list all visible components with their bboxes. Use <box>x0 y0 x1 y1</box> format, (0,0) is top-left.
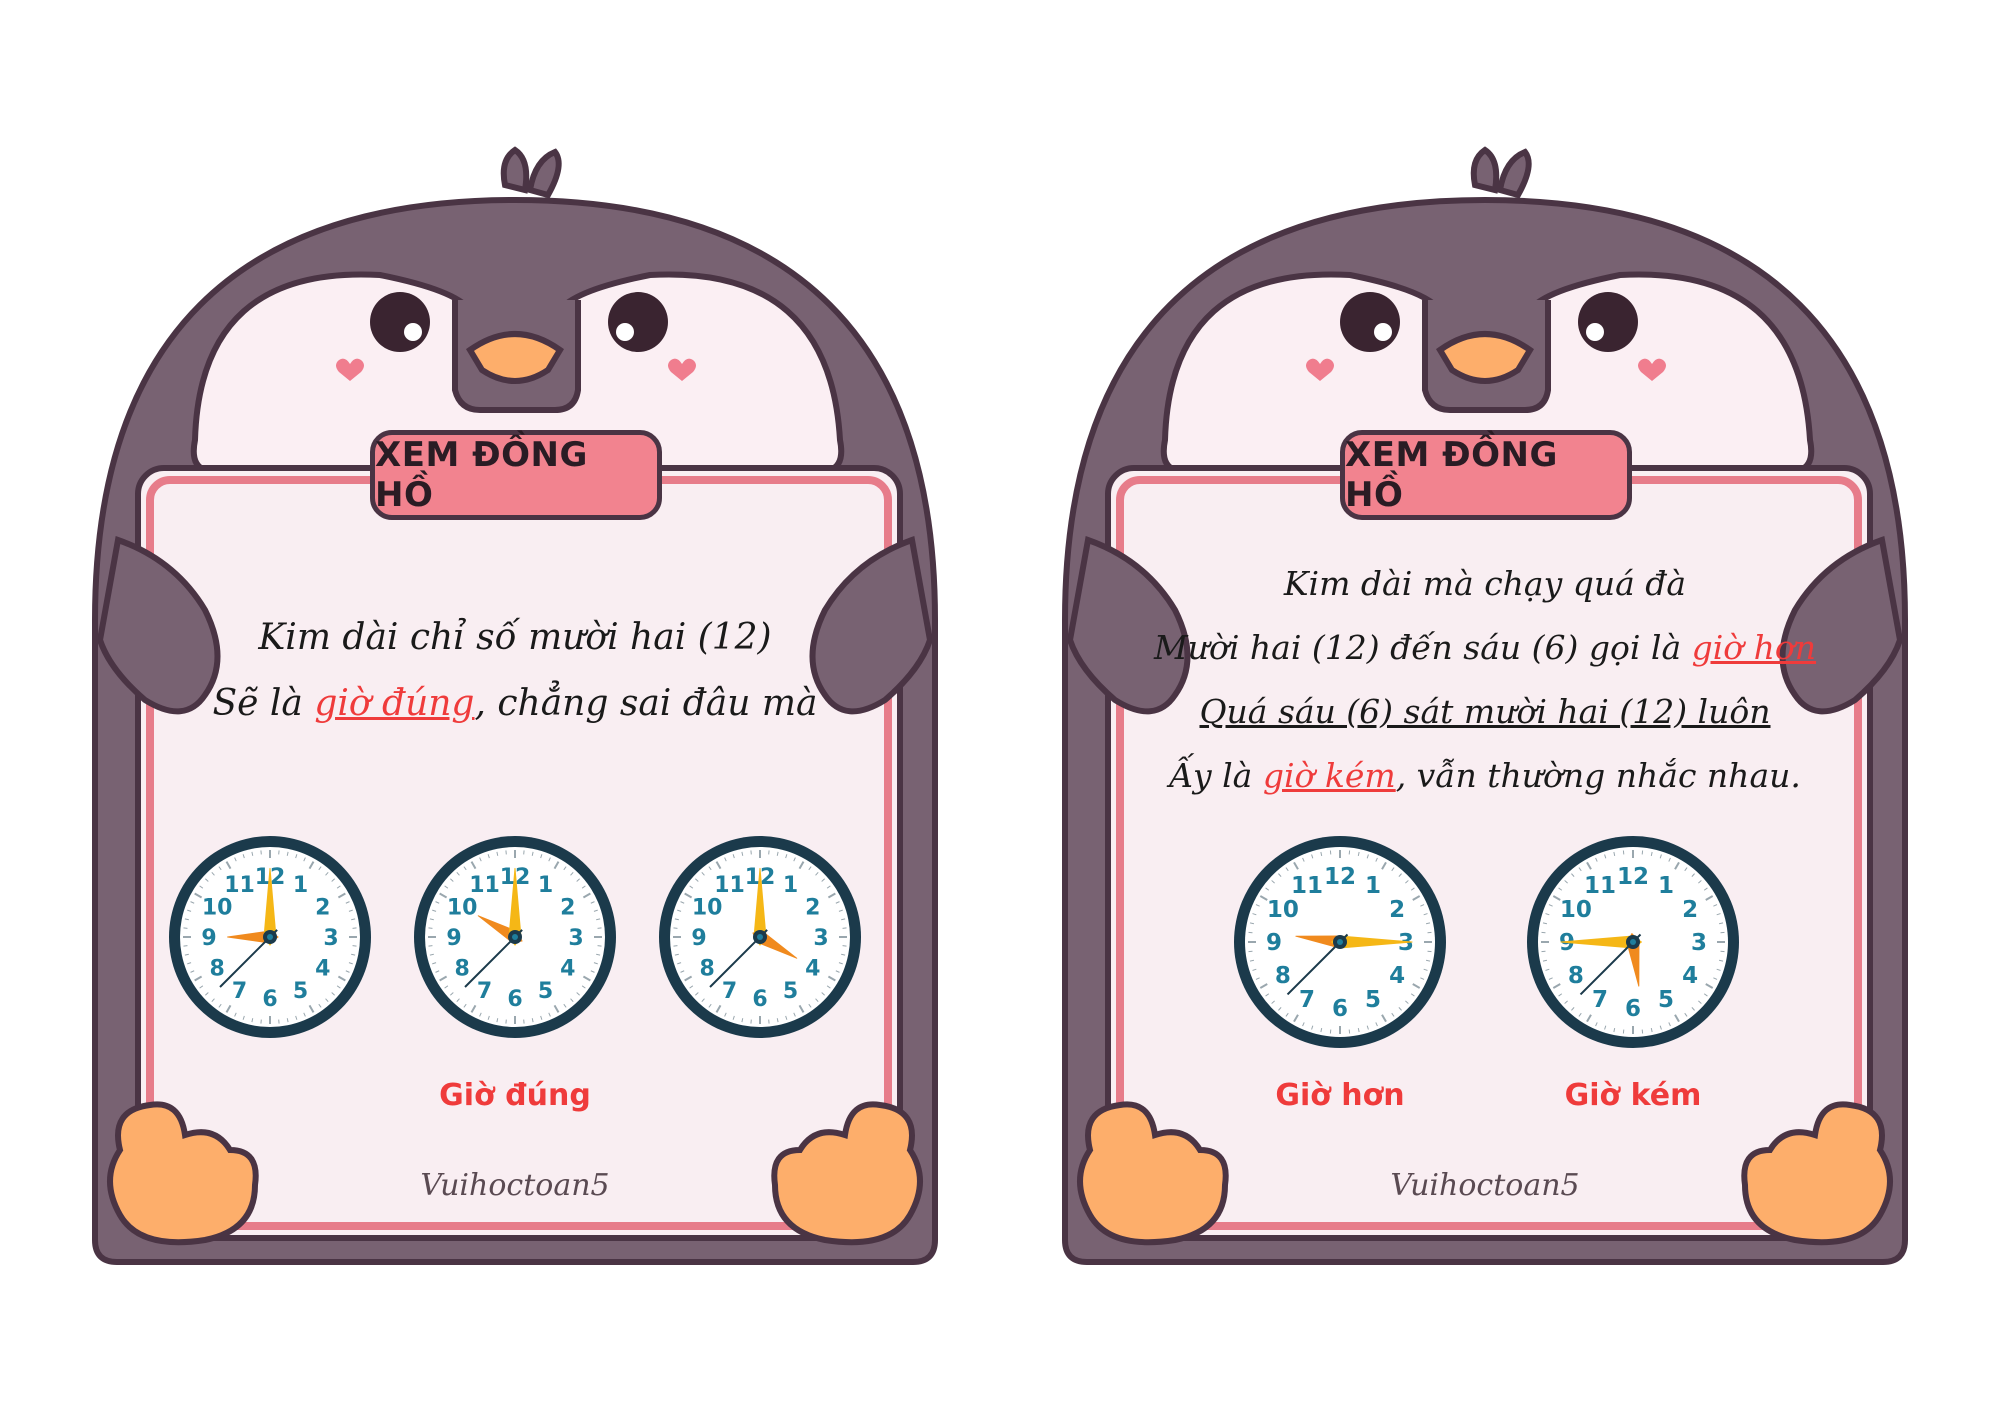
clock-number: 3 <box>813 926 828 951</box>
poem-text: Kim dài chỉ số mười hai (12) <box>258 617 772 658</box>
clock-number: 5 <box>538 979 553 1004</box>
clock-number: 2 <box>1389 897 1405 923</box>
clock-number: 2 <box>805 896 820 921</box>
poem-line: Sẽ là giờ đúng, chẳng sai đâu mà <box>145 671 885 737</box>
clock-number: 7 <box>1299 987 1315 1013</box>
clock-number: 2 <box>1682 897 1698 923</box>
poem: Kim dài chỉ số mười hai (12) Sẽ là giờ đ… <box>145 605 885 737</box>
highlight-term: giờ đúng <box>314 683 475 724</box>
clock-number: 8 <box>1275 963 1291 989</box>
brand-text: Vuihoctoan5 <box>1390 1168 1580 1203</box>
label-gio-hon: Giờ hơn <box>1275 1078 1405 1113</box>
clock-number: 6 <box>752 987 767 1012</box>
clock-number: 4 <box>1682 963 1698 989</box>
clock-4-oclock: 123456789101112 <box>659 836 861 1038</box>
clock-number: 10 <box>692 896 723 921</box>
poem-text: Kim dài mà chạy quá đà <box>1283 564 1687 603</box>
clock-number: 8 <box>1568 963 1584 989</box>
poem-text: Ấy là <box>1169 756 1263 795</box>
clock-number: 6 <box>1332 996 1348 1022</box>
clock-number: 7 <box>722 979 737 1004</box>
clock-number: 2 <box>560 896 575 921</box>
clock-number: 2 <box>315 896 330 921</box>
clock-number: 3 <box>323 926 338 951</box>
highlight-term: giờ hơn <box>1691 628 1817 667</box>
clock-number: 10 <box>202 896 233 921</box>
clock-number: 1 <box>783 873 798 898</box>
clock-number: 1 <box>538 873 553 898</box>
clock-number: 5 <box>1658 987 1674 1013</box>
clock-number: 7 <box>232 979 247 1004</box>
clock-center-dot <box>757 934 763 940</box>
poem-text: Mười hai (12) đến sáu (6) gọi là <box>1153 628 1692 667</box>
clock-number: 7 <box>477 979 492 1004</box>
clock-number: 1 <box>1365 873 1381 899</box>
clock-number: 3 <box>568 926 583 951</box>
penguin-card-left: XEM ĐỒNG HỒ Kim dài chỉ số mười hai (12)… <box>0 0 1000 1414</box>
clock-number: 3 <box>1691 930 1707 956</box>
clock-number: 8 <box>455 957 470 982</box>
clock-number: 6 <box>507 987 522 1012</box>
clock-number: 1 <box>293 873 308 898</box>
clock-number: 5 <box>1365 987 1381 1013</box>
clock-center-dot <box>512 934 518 940</box>
clock-10-oclock: 123456789101112 <box>414 836 616 1038</box>
clock-number: 1 <box>1658 873 1674 899</box>
clock-number: 11 <box>469 873 500 898</box>
clock-quarter-past-9: 123456789101112 <box>1234 836 1446 1048</box>
card-title: XEM ĐỒNG HỒ <box>370 430 662 520</box>
label-gio-dung: Giờ đúng <box>439 1078 591 1113</box>
poem-text: , chẳng sai đâu mà <box>474 683 818 724</box>
card-title: XEM ĐỒNG HỒ <box>1340 430 1632 520</box>
clock-center-dot <box>1337 939 1343 945</box>
clock-number: 9 <box>446 926 461 951</box>
clock-number: 9 <box>691 926 706 951</box>
clock-center-dot <box>267 934 273 940</box>
poem-text: , vẫn thường nhắc nhau. <box>1395 756 1801 795</box>
clock-number: 4 <box>1389 963 1405 989</box>
poem-line: Kim dài chỉ số mười hai (12) <box>145 605 885 671</box>
clock-number: 11 <box>1584 873 1616 899</box>
poem-line: Quá sáu (6) sát mười hai (12) luôn <box>1115 680 1855 744</box>
clock-number: 11 <box>224 873 255 898</box>
clock-number: 9 <box>1266 930 1282 956</box>
clock-number: 6 <box>1625 996 1641 1022</box>
highlight-term: giờ kém <box>1262 756 1396 795</box>
clock-9-oclock: 123456789101112 <box>169 836 371 1038</box>
clock-number: 12 <box>1324 864 1356 890</box>
clock-quarter-to-6: 123456789101112 <box>1527 836 1739 1048</box>
clock-center-dot <box>1630 939 1636 945</box>
label-gio-kem: Giờ kém <box>1564 1078 1702 1113</box>
poem-text: Quá sáu (6) sát mười hai (12) luôn <box>1199 692 1771 731</box>
clock-number: 11 <box>1291 873 1323 899</box>
clock-number: 4 <box>560 957 575 982</box>
poem-line: Mười hai (12) đến sáu (6) gọi là giờ hơn <box>1115 616 1855 680</box>
poem-text: Sẽ là <box>212 683 315 724</box>
clock-number: 4 <box>805 957 820 982</box>
clock-number: 10 <box>1267 897 1299 923</box>
clock-number: 6 <box>262 987 277 1012</box>
clock-number: 8 <box>700 957 715 982</box>
clock-number: 11 <box>714 873 745 898</box>
brand-text: Vuihoctoan5 <box>420 1168 610 1203</box>
penguin-card-right: XEM ĐỒNG HỒ Kim dài mà chạy quá đà Mười … <box>970 0 1970 1414</box>
poem-line: Ấy là giờ kém, vẫn thường nhắc nhau. <box>1115 744 1855 808</box>
poem: Kim dài mà chạy quá đà Mười hai (12) đến… <box>1115 552 1855 808</box>
clock-number: 5 <box>293 979 308 1004</box>
clock-number: 12 <box>1617 864 1649 890</box>
clock-number: 9 <box>201 926 216 951</box>
clock-number: 10 <box>1560 897 1592 923</box>
clock-number: 7 <box>1592 987 1608 1013</box>
clock-number: 4 <box>315 957 330 982</box>
clock-number: 8 <box>210 957 225 982</box>
clock-number: 10 <box>447 896 478 921</box>
clock-number: 5 <box>783 979 798 1004</box>
poem-line: Kim dài mà chạy quá đà <box>1115 552 1855 616</box>
